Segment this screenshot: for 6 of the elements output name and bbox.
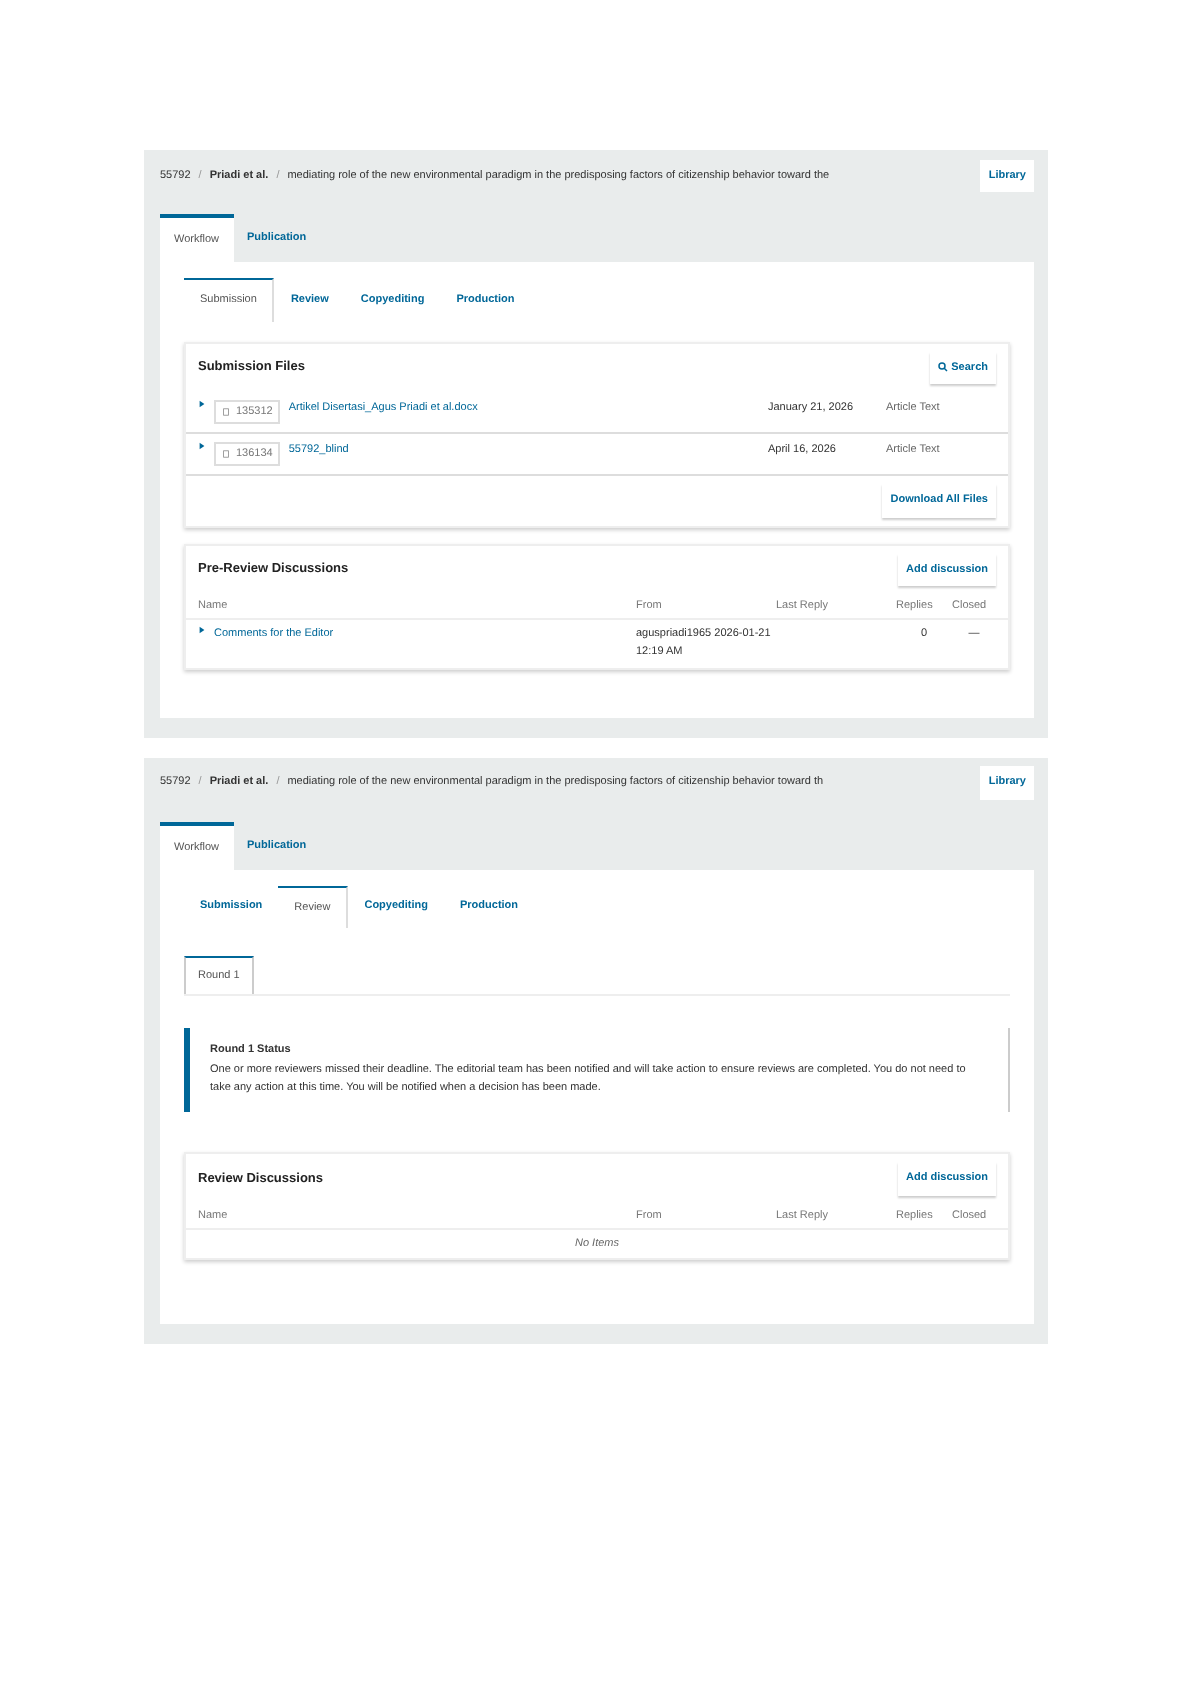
file-icon xyxy=(222,450,230,459)
file-icon xyxy=(222,407,230,416)
search-icon xyxy=(937,362,948,373)
caret-icon xyxy=(198,626,206,634)
caret-icon xyxy=(198,399,206,408)
caret-icon xyxy=(198,442,206,450)
